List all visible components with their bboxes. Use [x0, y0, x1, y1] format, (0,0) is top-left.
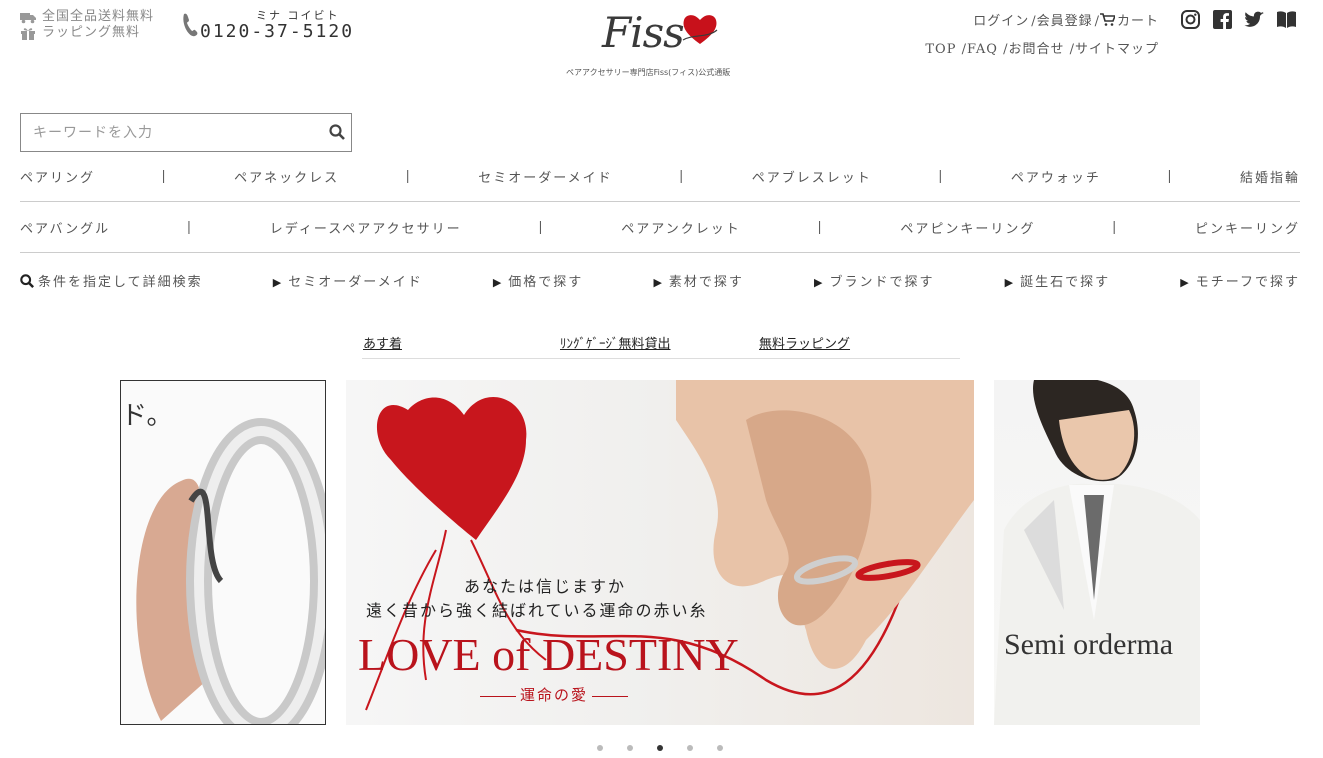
separator: | [538, 220, 545, 235]
birthstone-label: 誕生石で探す [1020, 274, 1111, 290]
cat-pair-anklet[interactable]: ペアアンクレット [621, 218, 740, 237]
category-nav-row-2: ペアバングル | レディースペアアクセサリー | ペアアンクレット | ペアピン… [20, 203, 1300, 253]
search-by-brand[interactable]: ▶ ブランドで探す [814, 271, 934, 290]
slider-dot[interactable] [597, 745, 603, 751]
slider-dot[interactable] [627, 745, 633, 751]
triangle-right-icon: ▶ [1180, 275, 1191, 289]
slide-left-text: ド。 [121, 401, 173, 431]
groom-image [994, 380, 1200, 725]
utility-nav: TOP /FAQ /お問合せ /サイトマップ [925, 38, 1159, 57]
triangle-right-icon: ▶ [492, 275, 504, 289]
gift-icon [21, 28, 35, 40]
cart-icon[interactable] [1099, 13, 1115, 26]
search-input[interactable] [21, 114, 311, 151]
cart-link[interactable]: カート [1117, 14, 1159, 29]
separator: | [1111, 220, 1119, 235]
free-wrapping-text: ラッピング無料 [42, 25, 141, 40]
search-by-birthstone[interactable]: ▶ 誕生石で探す [1005, 271, 1110, 290]
semi-order-label: セミオーダーメイド [288, 274, 423, 290]
slider-dot[interactable] [687, 745, 693, 751]
search-by-motif[interactable]: ▶ モチーフで探す [1180, 271, 1300, 290]
triangle-right-icon: ▶ [1004, 275, 1016, 289]
detail-search-label: 条件を指定して詳細検索 [38, 274, 203, 290]
separator: | [186, 220, 194, 235]
separator: | [938, 169, 945, 184]
slide-previous[interactable]: ド。 [120, 380, 326, 725]
social-links [1180, 9, 1297, 30]
separator: | [405, 169, 412, 184]
book-icon[interactable] [1276, 9, 1297, 30]
slider-dot[interactable] [717, 745, 723, 751]
slide-right-text: Semi orderma [1004, 628, 1174, 661]
logo-word: Fiss [602, 8, 685, 57]
search-options-row: 条件を指定して詳細検索 ▶ セミオーダーメイド ▶ 価格で探す ▶ 素材で探す ▶ ブラ… [20, 255, 1300, 305]
sitemap-link[interactable]: /サイトマップ [1070, 42, 1159, 57]
price-label: 価格で探す [508, 274, 584, 290]
truck-icon [20, 13, 36, 24]
search-by-material[interactable]: ▶ 素材で探す [653, 271, 743, 290]
free-shipping-text: 全国全品送料無料 [42, 9, 155, 24]
detail-search-link[interactable]: 条件を指定して詳細検索 [20, 271, 203, 290]
category-nav-row-1: ペアリング | ペアネックレス | セミオーダーメイド | ペアブレスレット |… [20, 152, 1300, 202]
cat-wedding-ring[interactable]: 結婚指輪 [1240, 167, 1300, 186]
slide-next[interactable]: Semi orderma [994, 380, 1200, 725]
hero-title: LOVE of DESTINY [358, 629, 739, 680]
triangle-right-icon: ▶ [814, 275, 825, 289]
phone-number[interactable]: 0120-37-5120 [200, 21, 354, 42]
brand-label: ブランドで探す [829, 274, 935, 290]
twitter-icon[interactable] [1244, 9, 1265, 30]
triangle-right-icon: ▶ [653, 275, 664, 289]
search-icon[interactable] [329, 124, 345, 140]
material-label: 素材で探す [668, 274, 744, 290]
account-links: ログイン/会員登録 / カート [971, 10, 1159, 29]
promo-links: あす着 ﾘﾝｸﾞｹﾞｰｼﾞ無料貸出 無料ラッピング [362, 333, 960, 359]
cat-ladies-accessory[interactable]: レディースペアアクセサリー [270, 218, 462, 237]
cat-pair-ring[interactable]: ペアリング [20, 167, 95, 186]
slider-pagination [597, 745, 723, 751]
cat-pinky-ring[interactable]: ピンキーリング [1195, 218, 1300, 237]
separator: | [817, 220, 824, 235]
cat-pair-bangle[interactable]: ペアバングル [20, 218, 110, 237]
cat-pair-necklace[interactable]: ペアネックレス [234, 167, 339, 186]
ring-image [136, 418, 325, 724]
next-day-delivery-link[interactable]: あす着 [363, 333, 402, 352]
site-logo[interactable]: Fiss ペアアクセサリー専門店Fiss(フィス)公式通販 [566, 6, 766, 82]
heart-logo-icon [682, 15, 718, 44]
login-link[interactable]: ログイン [973, 14, 1029, 29]
phone-icon [183, 13, 198, 37]
cat-pair-pinky-ring[interactable]: ペアピンキーリング [900, 218, 1035, 237]
shipping-notice: 全国全品送料無料 ラッピング無料 [20, 9, 154, 41]
logo-subtitle: ペアアクセサリー専門店Fiss(フィス)公式通販 [566, 68, 731, 77]
register-link[interactable]: /会員登録 [1031, 14, 1092, 29]
instagram-icon[interactable] [1180, 9, 1201, 30]
separator: | [1167, 169, 1174, 184]
separator: | [161, 169, 168, 184]
ring-gauge-link[interactable]: ﾘﾝｸﾞｹﾞｰｼﾞ無料貸出 [560, 333, 671, 352]
contact-link[interactable]: /お問合せ [1003, 42, 1064, 57]
facebook-icon[interactable] [1212, 9, 1233, 30]
free-wrapping-link[interactable]: 無料ラッピング [759, 333, 850, 352]
top-link[interactable]: TOP [925, 42, 956, 57]
slider-dot-active[interactable] [657, 745, 663, 751]
triangle-right-icon: ▶ [272, 275, 284, 289]
cat-pair-bracelet[interactable]: ペアブレスレット [752, 167, 872, 186]
semi-order-link[interactable]: ▶ セミオーダーメイド [273, 271, 423, 290]
slide-current[interactable]: あなたは信じますか 遠く昔から強く結ばれている運命の赤い糸 LOVE of DE… [346, 380, 974, 725]
hero-caption-1: あなたは信じますか [464, 577, 627, 596]
separator: | [679, 169, 686, 184]
faq-link[interactable]: /FAQ [962, 42, 998, 57]
motif-label: モチーフで探す [1195, 274, 1300, 290]
search-icon [20, 273, 34, 288]
search-by-price[interactable]: ▶ 価格で探す [493, 271, 583, 290]
keyword-search [20, 113, 352, 152]
hero-subtitle: 運命の愛 [476, 684, 632, 705]
cat-semi-order[interactable]: セミオーダーメイド [478, 167, 612, 186]
hero-caption-2: 遠く昔から強く結ばれている運命の赤い糸 [366, 601, 708, 620]
cat-pair-watch[interactable]: ペアウォッチ [1011, 167, 1101, 186]
